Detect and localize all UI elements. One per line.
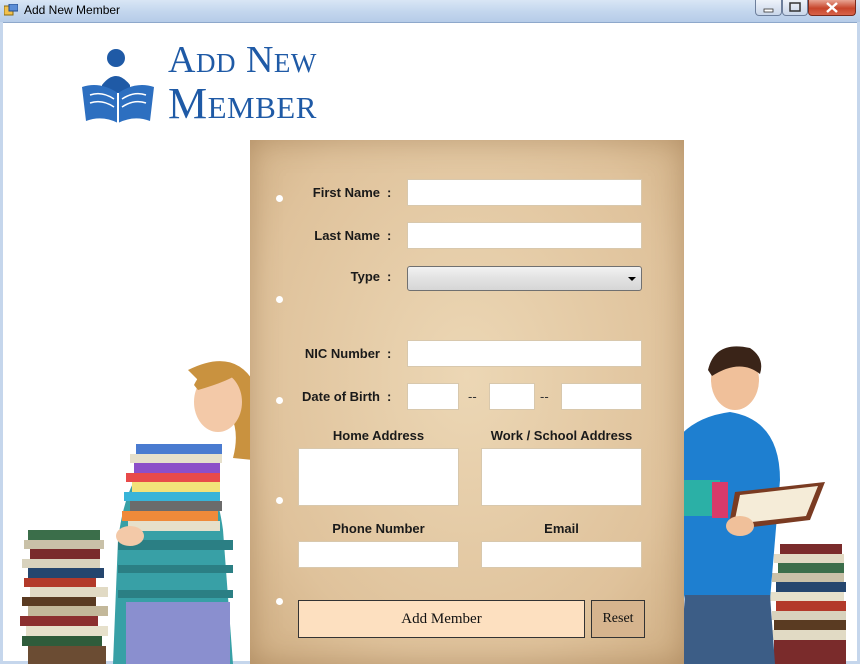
paper-hole [276, 195, 283, 202]
add-member-button[interactable]: Add Member [298, 600, 585, 638]
paper-hole [276, 296, 283, 303]
date-of-birth-label: Date of Birth [302, 389, 380, 404]
dob-separator: -- [468, 389, 477, 404]
nic-number-input[interactable] [407, 340, 642, 367]
paper-hole [276, 598, 283, 605]
logo-title-line1: Add New [168, 39, 317, 81]
minimize-icon [763, 8, 774, 13]
dob-year-input[interactable] [561, 383, 642, 410]
close-button[interactable] [808, 0, 856, 16]
app-icon [4, 4, 18, 16]
title-bar[interactable]: Add New Member [0, 0, 860, 23]
first-name-label: First Name [312, 185, 380, 200]
nic-number-colon: : [387, 346, 392, 361]
work-address-label: Work / School Address [490, 428, 633, 443]
email-input[interactable] [481, 541, 642, 568]
maximize-button[interactable] [782, 0, 808, 16]
window-title: Add New Member [24, 3, 121, 17]
home-address-label: Home Address [332, 428, 425, 443]
email-label: Email [544, 521, 579, 536]
work-address-input[interactable] [481, 448, 642, 506]
window-frame-left [0, 22, 3, 664]
maximize-icon [789, 2, 801, 12]
last-name-colon: : [387, 228, 392, 243]
dob-month-input[interactable] [489, 383, 535, 410]
home-address-input[interactable] [298, 448, 459, 506]
reader-logo-icon [82, 49, 154, 123]
first-name-colon: : [387, 185, 392, 200]
paper-hole [276, 497, 283, 504]
type-colon: : [387, 269, 392, 284]
phone-number-input[interactable] [298, 541, 459, 568]
paper-hole [276, 397, 283, 404]
phone-number-label: Phone Number [332, 521, 425, 536]
last-name-label: Last Name [314, 228, 380, 243]
minimize-button[interactable] [755, 0, 782, 16]
date-of-birth-colon: : [387, 389, 392, 404]
type-label: Type [350, 269, 380, 284]
first-name-input[interactable] [407, 179, 642, 206]
nic-number-label: NIC Number [304, 346, 380, 361]
close-icon [826, 2, 838, 13]
last-name-input[interactable] [407, 222, 642, 249]
dob-day-input[interactable] [407, 383, 459, 410]
chevron-down-icon [628, 277, 636, 281]
logo-title-line2: Member [168, 79, 317, 128]
type-dropdown[interactable] [407, 266, 642, 291]
reset-button[interactable]: Reset [591, 600, 645, 638]
dob-separator: -- [540, 389, 549, 404]
student-with-books-illustration [20, 361, 265, 664]
